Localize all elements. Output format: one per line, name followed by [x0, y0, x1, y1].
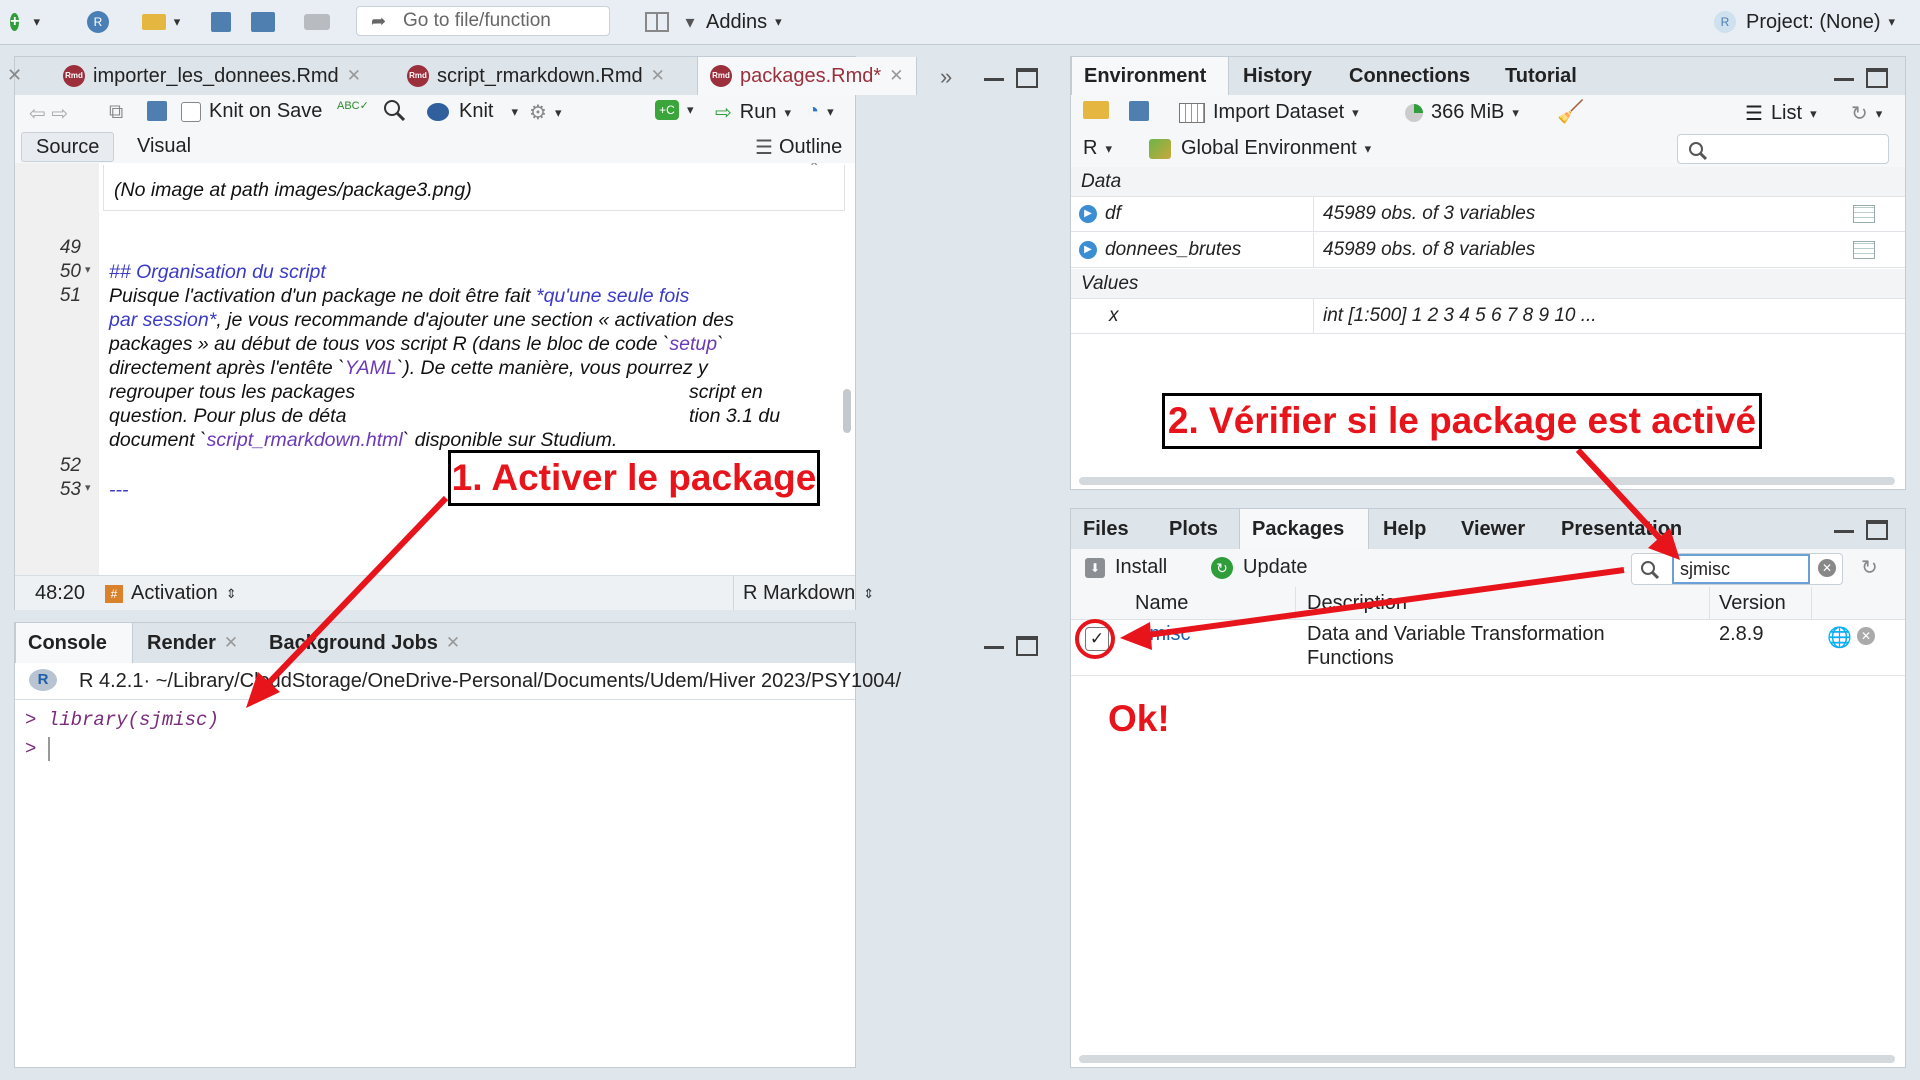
annotation-step-2: 2. Vérifier si le package est activé: [1162, 393, 1762, 449]
annotation-ok: Ok!: [1108, 698, 1170, 739]
annotation-step-1: 1. Activer le package: [448, 450, 820, 506]
annotation-arrows: [246, 447, 1680, 708]
highlight-circle: [1075, 619, 1115, 659]
